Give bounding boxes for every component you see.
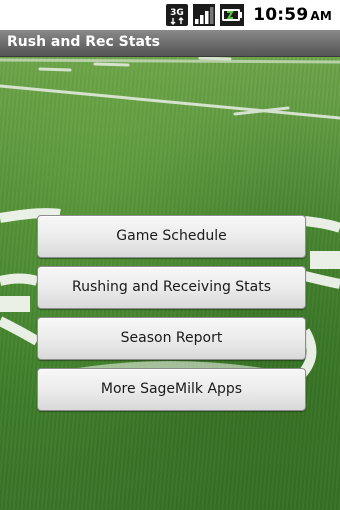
battery-icon	[220, 4, 245, 26]
season-report-button[interactable]: Season Report	[37, 317, 306, 360]
status-icons: 3G 10:59 AM	[166, 0, 332, 30]
game-schedule-button[interactable]: Game Schedule	[37, 215, 306, 258]
clock: 10:59 AM	[253, 5, 332, 25]
app-title: Rush and Rec Stats	[7, 34, 160, 50]
clock-time: 10:59	[253, 5, 309, 25]
main-menu: Game Schedule Rushing and Receiving Stat…	[37, 215, 306, 419]
network-3g-icon: 3G	[166, 4, 189, 26]
rushing-receiving-stats-button[interactable]: Rushing and Receiving Stats	[37, 266, 306, 309]
signal-strength-icon	[193, 4, 216, 26]
title-bar: Rush and Rec Stats	[0, 30, 340, 57]
more-sagemilk-apps-button[interactable]: More SageMilk Apps	[37, 368, 306, 411]
network-label: 3G	[170, 8, 184, 18]
app-screen: 3G 10:59 AM Rush and Rec Stats Game Sche…	[0, 0, 340, 510]
clock-ampm: AM	[310, 9, 332, 23]
status-bar: 3G 10:59 AM	[0, 0, 340, 30]
